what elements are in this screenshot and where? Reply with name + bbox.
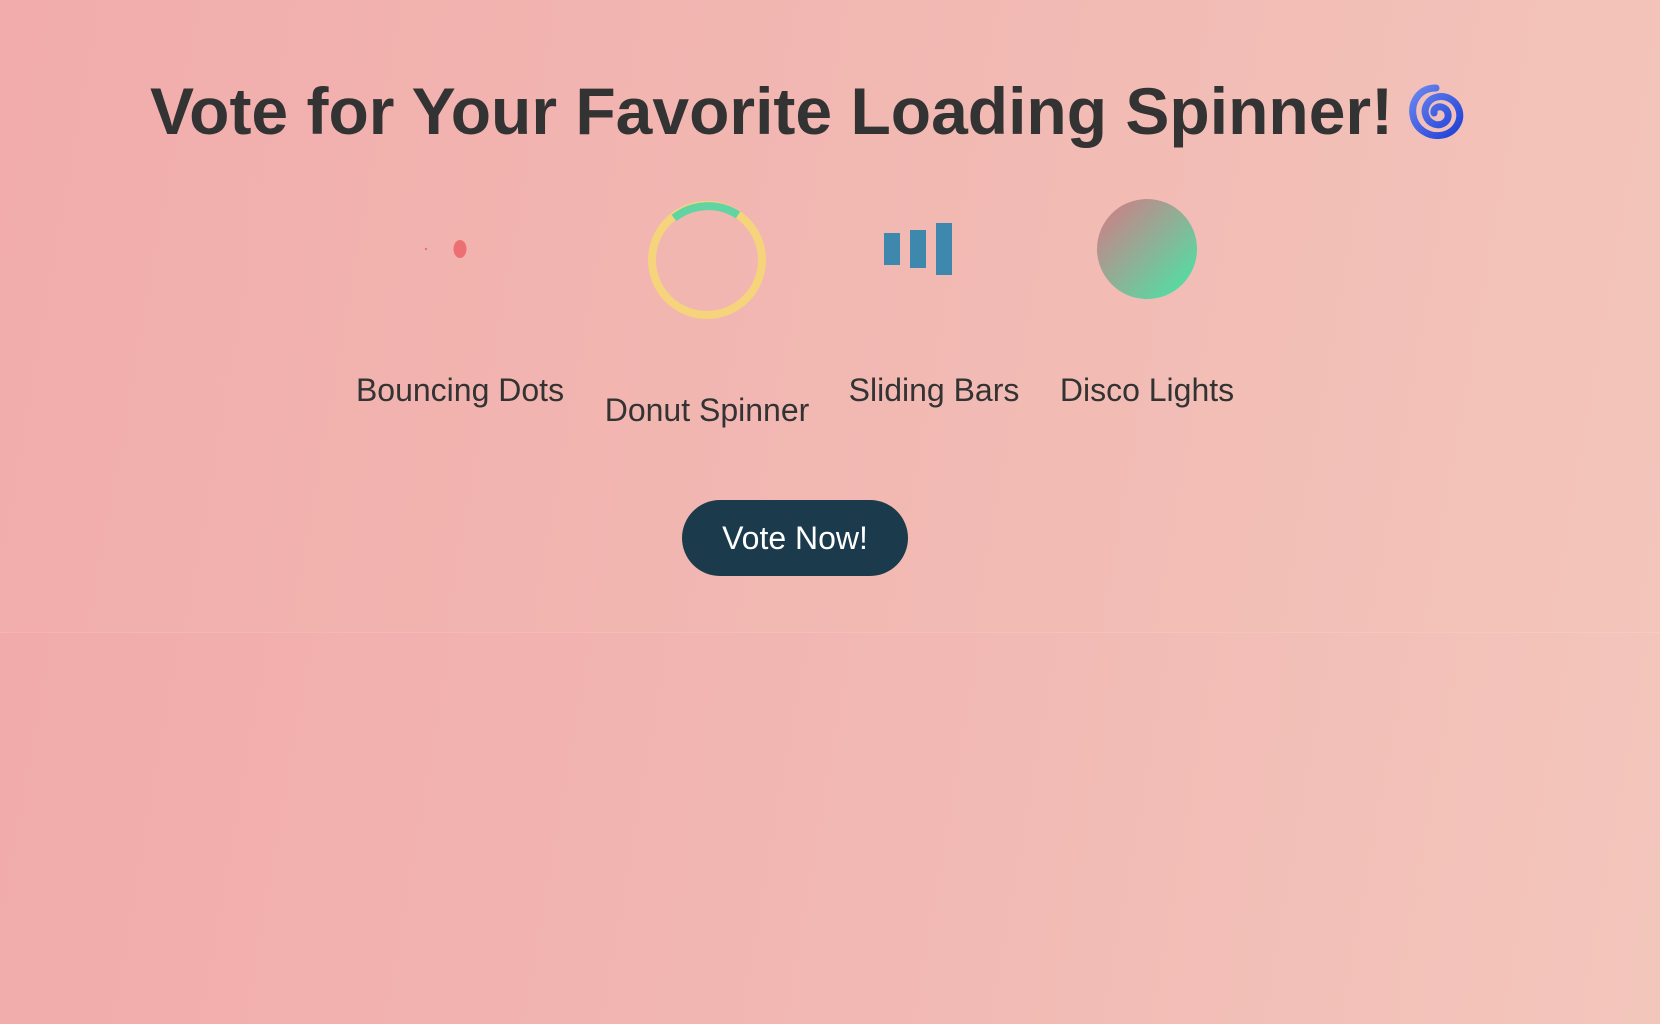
section-divider xyxy=(0,632,1660,633)
page-title-text: Vote for Your Favorite Loading Spinner! xyxy=(150,74,1394,148)
spinner-label-disco-lights: Disco Lights xyxy=(1059,372,1235,408)
bouncing-dots-icon xyxy=(424,240,467,258)
disco-lights-icon xyxy=(1097,199,1197,299)
spinner-label-sliding-bars: Sliding Bars xyxy=(848,372,1020,408)
donut-spinner-icon xyxy=(648,201,766,319)
vote-now-button[interactable]: Vote Now! xyxy=(682,500,908,576)
cyclone-icon xyxy=(1407,82,1465,152)
spinner-label-donut-spinner: Donut Spinner xyxy=(604,392,810,428)
spinner-label-bouncing-dots: Bouncing Dots xyxy=(355,372,565,408)
sliding-bars-icon xyxy=(884,223,952,275)
page-title: Vote for Your Favorite Loading Spinner! xyxy=(150,78,1465,152)
